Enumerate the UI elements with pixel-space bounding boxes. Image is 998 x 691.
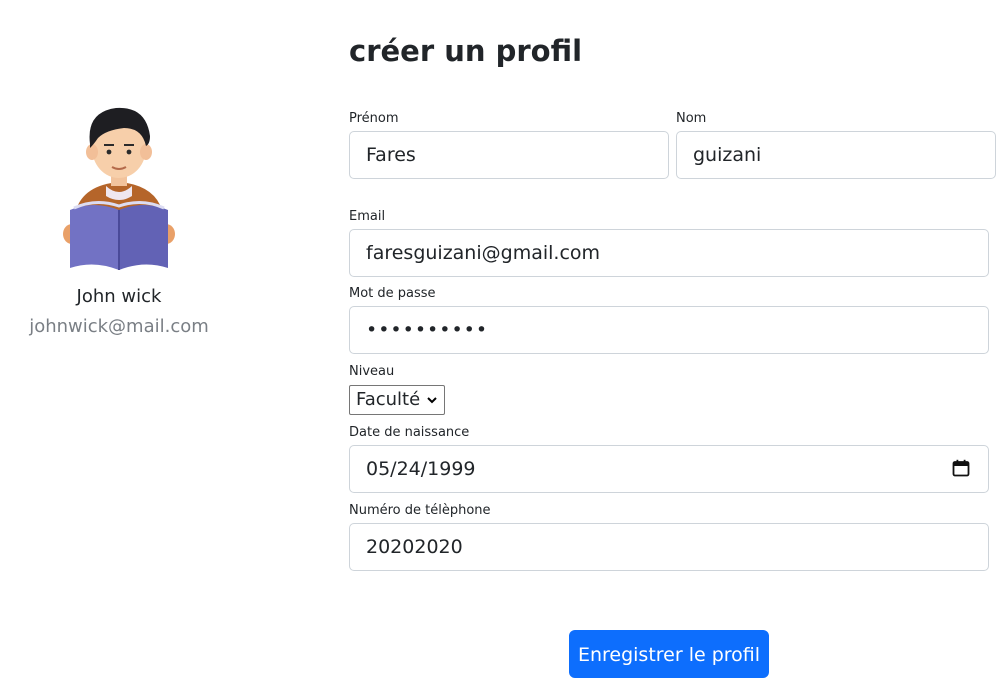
niveau-selected-value: Faculté: [356, 389, 421, 410]
date-input[interactable]: 05/24/1999: [349, 445, 989, 493]
niveau-label: Niveau: [349, 364, 395, 379]
profile-card: John wick johnwick@mail.com: [0, 100, 238, 337]
calendar-icon[interactable]: [952, 459, 970, 477]
email-label: Email: [349, 209, 386, 224]
telephone-input[interactable]: 20202020: [349, 523, 989, 571]
date-value: 05/24/1999: [366, 458, 476, 480]
page-title: créer un profil: [349, 34, 583, 68]
prenom-input[interactable]: Fares: [349, 131, 669, 179]
telephone-label: Numéro de télèphone: [349, 503, 491, 518]
save-profile-button[interactable]: Enregistrer le profil: [569, 630, 769, 678]
niveau-select[interactable]: Faculté: [349, 385, 446, 415]
profile-name: John wick: [76, 286, 162, 307]
date-label: Date de naissance: [349, 425, 470, 440]
email-input[interactable]: faresguizani@gmail.com: [349, 229, 989, 277]
prenom-label: Prénom: [349, 111, 399, 126]
avatar: [63, 107, 175, 270]
nom-input[interactable]: guizani: [676, 131, 996, 179]
password-input[interactable]: ••••••••••: [349, 306, 989, 354]
chevron-down-icon: [427, 397, 437, 404]
profile-email: johnwick@mail.com: [29, 316, 209, 337]
nom-label: Nom: [676, 111, 707, 126]
password-label: Mot de passe: [349, 286, 436, 301]
